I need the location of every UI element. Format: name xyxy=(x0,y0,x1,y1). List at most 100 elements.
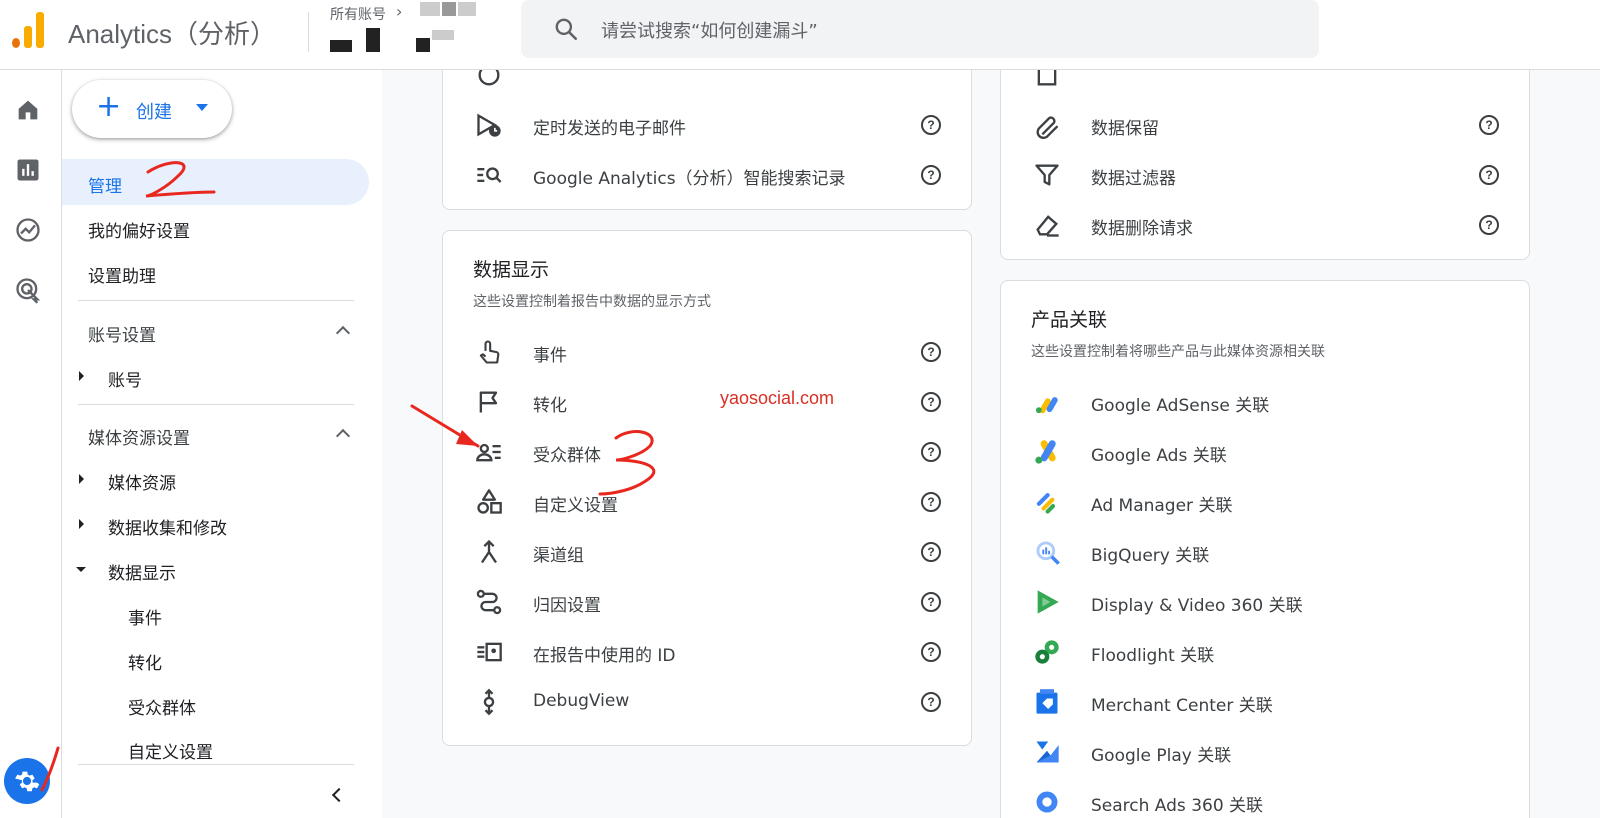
help-icon[interactable]: ? xyxy=(921,592,941,612)
card-title: 产品关联 xyxy=(1031,309,1108,331)
admin-gear-button[interactable] xyxy=(4,758,50,804)
expand-arrow-icon[interactable] xyxy=(79,371,84,381)
list-item-events[interactable]: 事件 ? xyxy=(443,327,971,377)
list-item-label: 定时发送的电子邮件 xyxy=(533,119,686,139)
collapse-nav-chevron-icon[interactable] xyxy=(331,787,347,803)
app-title[interactable]: Analytics（分析） xyxy=(68,14,276,51)
list-item-merchant-center-links[interactable]: Merchant Center 关联 xyxy=(1001,677,1529,727)
help-icon[interactable]: ? xyxy=(921,542,941,562)
search-bar[interactable]: 请尝试搜索“如何创建漏斗” xyxy=(521,0,1319,58)
list-item-debugview[interactable]: DebugView ? xyxy=(443,677,971,727)
property-settings-section[interactable]: 媒体资源设置 xyxy=(88,424,190,449)
help-icon[interactable]: ? xyxy=(1479,165,1499,185)
list-item-dv360-links[interactable]: Display & Video 360 关联 xyxy=(1001,577,1529,627)
shapes-icon xyxy=(477,489,502,514)
list-item-custom-definitions[interactable]: 自定义设置 ? xyxy=(443,477,971,527)
bigquery-logo-icon xyxy=(1036,541,1060,565)
plus-icon: + xyxy=(96,89,122,124)
list-item[interactable]: Google Analytics（分析）智能搜索记录 ? xyxy=(443,150,971,200)
list-item-floodlight-links[interactable]: Floodlight 关联 xyxy=(1001,627,1529,677)
list-item-label: 在报告中使用的 ID xyxy=(533,646,676,666)
list-item[interactable]: 数据删除请求 ? xyxy=(1001,200,1529,250)
nav-item-data-display[interactable]: 数据显示 xyxy=(108,559,176,584)
help-icon[interactable]: ? xyxy=(921,492,941,512)
card-top-left: 定时发送的电子邮件 ? Google Analytics（分析）智能搜索记录 ? xyxy=(442,70,972,210)
list-item-conversions[interactable]: 转化 ? xyxy=(443,377,971,427)
list-item-google-play-links[interactable]: Google Play 关联 xyxy=(1001,727,1529,777)
analytics-logo-icon[interactable] xyxy=(12,10,46,48)
chevron-up-icon[interactable] xyxy=(335,428,351,444)
list-item-label: Google Analytics（分析）智能搜索记录 xyxy=(533,169,846,189)
nav-subitem-audiences[interactable]: 受众群体 xyxy=(128,694,196,719)
expand-arrow-icon[interactable] xyxy=(79,519,84,529)
chevron-up-icon[interactable] xyxy=(335,325,351,341)
nav-item-admin[interactable]: 管理 xyxy=(88,172,122,197)
list-item[interactable] xyxy=(1001,70,1529,100)
nav-item-setup-assistant[interactable]: 设置助理 xyxy=(88,262,156,287)
left-rail xyxy=(0,70,62,818)
nav-subitem-custom-definitions[interactable]: 自定义设置 xyxy=(128,738,213,763)
list-item-label: 转化 xyxy=(533,396,567,416)
expand-arrow-icon[interactable] xyxy=(79,474,84,484)
list-item-ad-manager-links[interactable]: Ad Manager 关联 xyxy=(1001,477,1529,527)
list-item[interactable]: 定时发送的电子邮件 ? xyxy=(443,100,971,150)
display-video-360-logo-icon xyxy=(1037,590,1059,614)
card-product-links: 产品关联 这些设置控制着将哪些产品与此媒体资源相关联 Google AdSens… xyxy=(1000,280,1530,818)
list-item[interactable]: 数据过滤器 ? xyxy=(1001,150,1529,200)
list-item-label: 归因设置 xyxy=(533,596,601,616)
help-icon[interactable]: ? xyxy=(921,165,941,185)
collapse-arrow-icon[interactable] xyxy=(76,567,86,572)
list-item-bigquery-links[interactable]: BigQuery 关联 xyxy=(1001,527,1529,577)
help-icon[interactable]: ? xyxy=(921,115,941,135)
list-item-label: Display & Video 360 关联 xyxy=(1091,596,1303,616)
help-icon[interactable]: ? xyxy=(921,392,941,412)
touch-icon xyxy=(479,340,500,364)
redacted-pixel xyxy=(442,2,456,16)
explore-icon[interactable] xyxy=(14,216,42,244)
list-item-label: Merchant Center 关联 xyxy=(1091,696,1273,716)
list-item-reporting-identity[interactable]: 在报告中使用的 ID ? xyxy=(443,627,971,677)
nav-subitem-conversions[interactable]: 转化 xyxy=(128,649,162,674)
list-item-label: 数据保留 xyxy=(1091,119,1159,139)
list-item-label: 自定义设置 xyxy=(533,496,618,516)
help-icon[interactable]: ? xyxy=(921,342,941,362)
help-icon[interactable]: ? xyxy=(1479,115,1499,135)
list-item-label: Floodlight 关联 xyxy=(1091,646,1215,666)
list-item-label: Google Ads 关联 xyxy=(1091,446,1227,466)
help-icon[interactable]: ? xyxy=(921,442,941,462)
create-button[interactable]: + 创建 xyxy=(72,80,232,138)
nav-item-property[interactable]: 媒体资源 xyxy=(108,469,176,494)
list-item-label: DebugView xyxy=(533,691,630,711)
card-subtitle: 这些设置控制着将哪些产品与此媒体资源相关联 xyxy=(1031,344,1325,360)
account-settings-section[interactable]: 账号设置 xyxy=(88,321,156,346)
list-item-search-ads-360-links[interactable]: Search Ads 360 关联 xyxy=(1001,777,1529,818)
advertising-icon[interactable] xyxy=(14,276,42,304)
list-item-channel-groups[interactable]: 渠道组 ? xyxy=(443,527,971,577)
chevron-right-icon: › xyxy=(396,2,403,21)
search-ads-360-logo-icon xyxy=(1036,791,1058,813)
nav-item-preferences[interactable]: 我的偏好设置 xyxy=(88,217,190,242)
divider xyxy=(308,12,309,52)
reports-icon[interactable] xyxy=(14,156,42,184)
redacted-pixel xyxy=(330,40,352,52)
id-icon xyxy=(477,642,502,662)
nav-item-data-collection[interactable]: 数据收集和修改 xyxy=(108,514,227,539)
help-icon[interactable]: ? xyxy=(921,692,941,712)
history-icon xyxy=(478,70,500,86)
list-item-google-ads-links[interactable]: Google Ads 关联 xyxy=(1001,427,1529,477)
list-item-audiences[interactable]: 受众群体 ? xyxy=(443,427,971,477)
list-item-label: Ad Manager 关联 xyxy=(1091,496,1233,516)
search-input[interactable]: 请尝试搜索“如何创建漏斗” xyxy=(601,17,818,43)
watermark-text: yaosocial.com xyxy=(720,388,835,408)
home-icon[interactable] xyxy=(14,96,42,124)
list-item-label: 渠道组 xyxy=(533,546,584,566)
list-item[interactable]: 数据保留 ? xyxy=(1001,100,1529,150)
list-item-adsense-links[interactable]: Google AdSense 关联 xyxy=(1001,377,1529,427)
help-icon[interactable]: ? xyxy=(1479,215,1499,235)
nav-subitem-events[interactable]: 事件 xyxy=(128,604,162,629)
nav-item-account[interactable]: 账号 xyxy=(108,366,142,391)
list-item-attribution-settings[interactable]: 归因设置 ? xyxy=(443,577,971,627)
list-item[interactable] xyxy=(443,70,971,100)
card-subtitle: 这些设置控制着报告中数据的显示方式 xyxy=(473,294,711,310)
help-icon[interactable]: ? xyxy=(921,642,941,662)
